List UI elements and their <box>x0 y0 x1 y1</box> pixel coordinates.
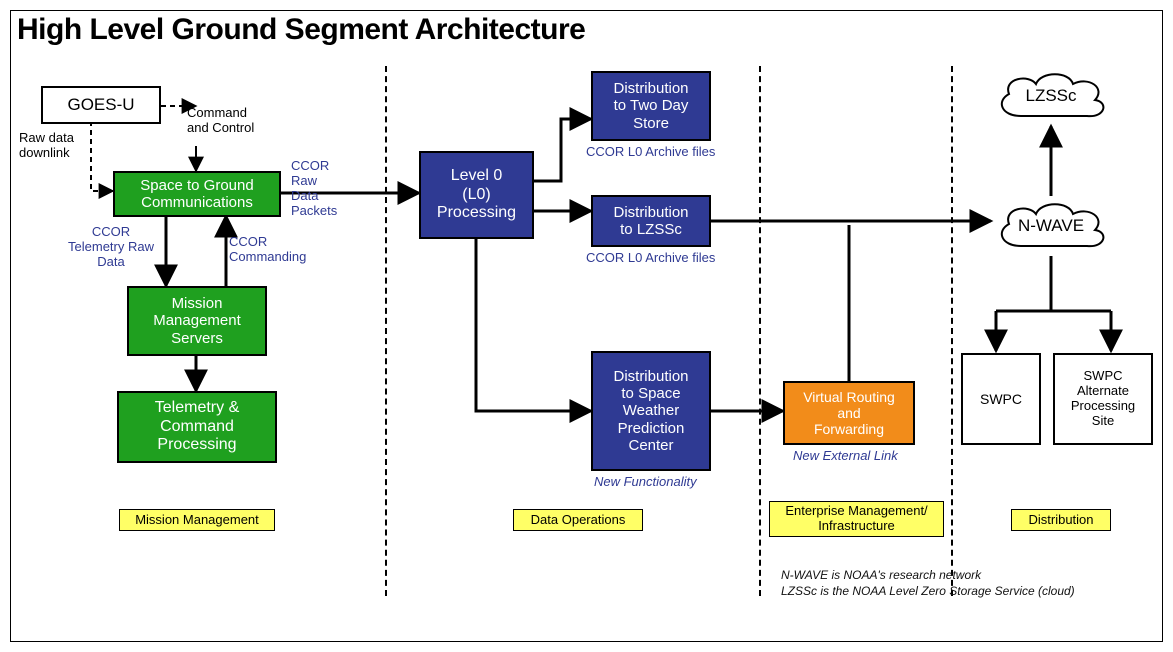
page-title: High Level Ground Segment Architecture <box>17 13 585 47</box>
virtual-routing-forwarding-box: Virtual Routing and Forwarding <box>783 381 915 445</box>
nwave-cloud-label: N-WAVE <box>1018 216 1084 236</box>
raw-data-downlink-label: Raw data downlink <box>19 131 109 161</box>
swpc-box: SWPC <box>961 353 1041 445</box>
lzssc-cloud: LZSSc <box>991 66 1111 126</box>
distribution-lzssc-box: Distribution to LZSSc <box>591 195 711 247</box>
diagram-frame: High Level Ground Segment Architecture <box>10 10 1163 642</box>
section-data-operations: Data Operations <box>513 509 643 531</box>
column-divider-3 <box>951 66 953 596</box>
section-distribution: Distribution <box>1011 509 1111 531</box>
swpc-alt-box: SWPC Alternate Processing Site <box>1053 353 1153 445</box>
ccor-telemetry-raw-label: CCOR Telemetry Raw Data <box>61 225 161 270</box>
space-to-ground-comm-box: Space to Ground Communications <box>113 171 281 217</box>
footnote-lzssc: LZSSc is the NOAA Level Zero Storage Ser… <box>781 585 1075 599</box>
ccor-l0-archive-2-label: CCOR L0 Archive files <box>586 251 715 266</box>
ccor-commanding-label: CCOR Commanding <box>229 235 329 265</box>
column-divider-1 <box>385 66 387 596</box>
ccor-l0-archive-1-label: CCOR L0 Archive files <box>586 145 715 160</box>
command-and-control-label: Command and Control <box>187 106 297 136</box>
section-enterprise-mgmt: Enterprise Management/ Infrastructure <box>769 501 944 537</box>
column-divider-2 <box>759 66 761 596</box>
goes-u-box: GOES-U <box>41 86 161 124</box>
lzssc-cloud-label: LZSSc <box>1025 86 1076 106</box>
nwave-cloud: N-WAVE <box>991 196 1111 256</box>
level-0-processing-box: Level 0 (L0) Processing <box>419 151 534 239</box>
new-functionality-label: New Functionality <box>594 475 697 490</box>
distribution-swpc-box: Distribution to Space Weather Prediction… <box>591 351 711 471</box>
ccor-raw-packets-label: CCOR Raw Data Packets <box>291 159 361 219</box>
mission-mgmt-servers-box: Mission Management Servers <box>127 286 267 356</box>
telemetry-command-processing-box: Telemetry & Command Processing <box>117 391 277 463</box>
new-external-link-label: New External Link <box>793 449 898 464</box>
section-mission-management: Mission Management <box>119 509 275 531</box>
footnote-nwave: N-WAVE is NOAA's research network <box>781 569 981 583</box>
distribution-two-day-box: Distribution to Two Day Store <box>591 71 711 141</box>
